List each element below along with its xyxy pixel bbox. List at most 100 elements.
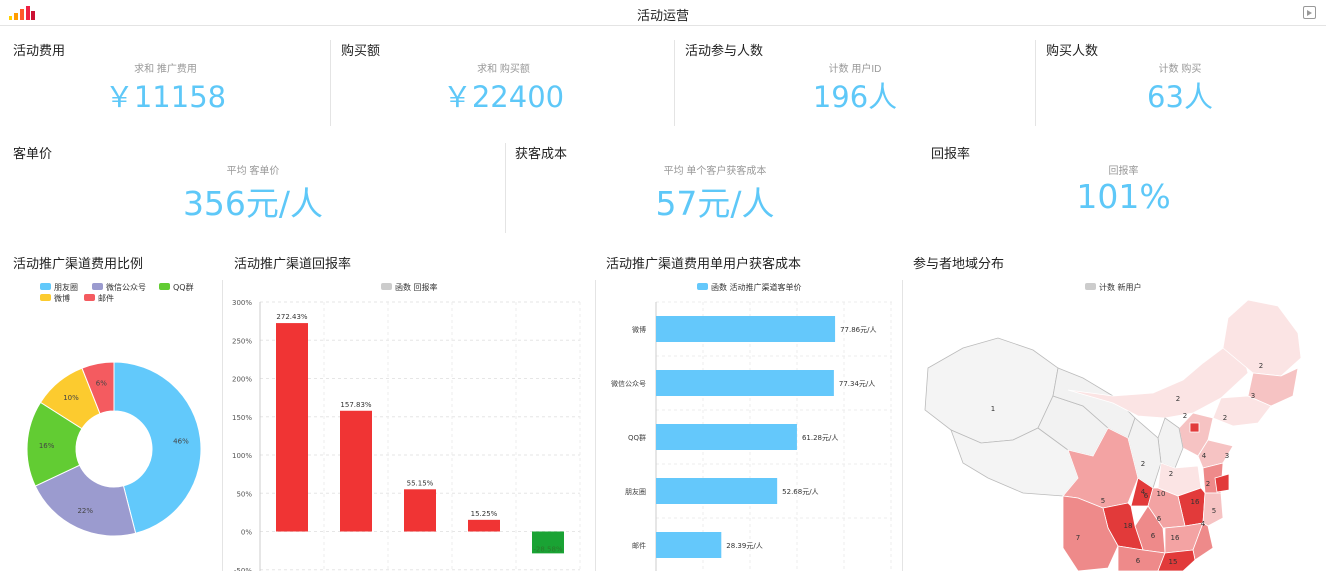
y-tick-label: 50% bbox=[236, 490, 252, 498]
y-tick-label: 300% bbox=[232, 299, 252, 307]
kpi-value: 63人 bbox=[1147, 80, 1213, 114]
kpi-title: 购买额 bbox=[341, 43, 381, 58]
legend-swatch bbox=[92, 283, 103, 290]
region-value-label: 2 bbox=[1206, 480, 1210, 488]
kpi-card-buyers: 购买人数 计数 购买 63人 bbox=[1046, 40, 1314, 120]
legend-label: 计数 新用户 bbox=[1099, 282, 1142, 292]
region-shanxi bbox=[1157, 417, 1184, 469]
region-value-label: 2 bbox=[1259, 362, 1263, 370]
bar bbox=[340, 410, 372, 532]
slice-label: 10% bbox=[63, 394, 79, 402]
slice-label: 6% bbox=[96, 380, 107, 388]
bar bbox=[404, 489, 436, 532]
data-label: 15.25% bbox=[471, 510, 498, 518]
legend-swatch bbox=[1085, 283, 1096, 290]
y-tick-label: 0% bbox=[241, 529, 252, 537]
legend-swatch bbox=[159, 283, 170, 290]
kpi-subtitle: 平均 客单价 bbox=[226, 166, 280, 177]
kpi-title: 获客成本 bbox=[515, 146, 568, 161]
divider bbox=[1035, 40, 1036, 126]
exit-fullscreen-icon[interactable] bbox=[1303, 6, 1316, 19]
region-value-label: 2 bbox=[1169, 470, 1173, 478]
category-label: 邮件 bbox=[632, 541, 646, 550]
region-value-label: 2 bbox=[1141, 460, 1145, 468]
bar bbox=[656, 424, 797, 450]
data-label: 28.39元/人 bbox=[726, 542, 762, 550]
kpi-card-unit-price: 客单价 平均 客单价 356元/人 bbox=[13, 143, 493, 228]
legend-swatch bbox=[40, 294, 51, 301]
bar bbox=[656, 478, 778, 504]
data-label: 77.34元/人 bbox=[839, 380, 875, 388]
bar bbox=[656, 532, 722, 558]
region-value-label: 18 bbox=[1124, 522, 1133, 530]
data-label: 77.86元/人 bbox=[840, 326, 876, 334]
data-label: 272.43% bbox=[276, 313, 307, 321]
data-label: 52.68元/人 bbox=[782, 488, 818, 496]
chart-title-channel-cost-share: 活动推广渠道费用比例 bbox=[13, 256, 144, 271]
region-value-label: 10 bbox=[1157, 490, 1166, 498]
legend-label: 朋友圈 bbox=[54, 282, 78, 292]
legend-swatch bbox=[40, 283, 51, 290]
kpi-value: 356元/人 bbox=[182, 184, 324, 223]
acquisition-cost-bar-chart: 函数 活动推广渠道客单价微博 77.86元/人微信公众号 77.34元/人 QQ群 61… bbox=[611, 282, 892, 571]
chart-title-channel-return-rate: 活动推广渠道回报率 bbox=[234, 256, 352, 271]
legend-label: QQ群 bbox=[173, 282, 194, 292]
y-tick-label: 200% bbox=[232, 376, 252, 384]
bar bbox=[656, 370, 834, 396]
region-value-label: 6 bbox=[1136, 557, 1141, 565]
kpi-subtitle: 求和 推广费用 bbox=[134, 64, 197, 75]
return-rate-bar-chart: 函数 回报率 300% 250% 200% 150% 100% 50% 0% -50% 272.4… bbox=[232, 282, 581, 571]
chart-title-region-distribution: 参与者地域分布 bbox=[913, 256, 1005, 271]
category-label: 微博 bbox=[632, 325, 646, 334]
kpi-value: 196人 bbox=[812, 80, 898, 114]
category-label: 微信公众号 bbox=[611, 379, 646, 388]
kpi-subtitle: 平均 单个客户获客成本 bbox=[663, 166, 767, 177]
region-value-label: 3 bbox=[1225, 452, 1229, 460]
data-label: 157.83% bbox=[340, 401, 371, 409]
slice-label: 46% bbox=[173, 438, 189, 446]
donut-chart: 朋友圈 微信公众号 QQ群微博 邮件 46% 22% 16% 10% 6% bbox=[26, 282, 202, 537]
region-beijing bbox=[1189, 422, 1200, 433]
map-legend: 计数 新用户 bbox=[1085, 282, 1142, 292]
y-tick-label: 100% bbox=[232, 452, 252, 460]
chart-title-channel-acquisition-cost: 活动推广渠道费用单用户获客成本 bbox=[606, 256, 802, 271]
region-value-label: 2 bbox=[1176, 395, 1180, 403]
china-region-map: 计数 新用户 1 2 2 3 2 2 4 2 5 6 2 10 16 4 5 7… bbox=[924, 282, 1302, 571]
kpi-card-return-rate: 回报率 回报率 101% bbox=[931, 143, 1316, 228]
bar bbox=[468, 519, 500, 532]
data-label: 55.15% bbox=[407, 479, 434, 487]
region-value-label: 5 bbox=[1212, 507, 1216, 515]
y-tick-label: 250% bbox=[232, 337, 252, 345]
region-value-label: 6 bbox=[1151, 532, 1156, 540]
kpi-subtitle: 计数 用户ID bbox=[828, 64, 882, 75]
kpi-title: 客单价 bbox=[13, 146, 53, 161]
kpi-value: ￥11158 bbox=[104, 80, 227, 114]
legend-label: 函数 活动推广渠道客单价 bbox=[711, 282, 802, 292]
slice-label: 16% bbox=[39, 442, 55, 450]
legend-swatch bbox=[697, 283, 708, 290]
bar bbox=[276, 323, 308, 532]
top-bar: 活动运营 bbox=[0, 0, 1326, 26]
legend-label: 函数 回报率 bbox=[395, 282, 438, 292]
region-value-label: 5 bbox=[1101, 497, 1105, 505]
region-value-label: 4 bbox=[1202, 452, 1207, 460]
slice-label: 22% bbox=[77, 507, 93, 515]
legend-label: 邮件 bbox=[98, 293, 114, 303]
legend-label: 微信公众号 bbox=[106, 282, 146, 292]
data-label: -28.58% bbox=[533, 546, 563, 554]
data-label: 61.28元/人 bbox=[802, 434, 838, 442]
legend-swatch bbox=[381, 283, 392, 290]
region-value-label: 4 bbox=[1201, 520, 1206, 528]
category-label: 朋友圈 bbox=[625, 487, 646, 496]
kpi-title: 活动费用 bbox=[13, 43, 66, 58]
kpi-value: 57元/人 bbox=[655, 184, 775, 223]
kpi-card-activity-cost: 活动费用 求和 推广费用 ￥11158 bbox=[13, 40, 318, 120]
region-value-label: 7 bbox=[1076, 534, 1080, 542]
divider bbox=[330, 40, 331, 126]
region-value-label: 1 bbox=[991, 405, 995, 413]
divider bbox=[674, 40, 675, 126]
kpi-card-purchase-amount: 购买额 求和 购买额 ￥22400 bbox=[341, 40, 666, 120]
kpi-title: 购买人数 bbox=[1046, 43, 1099, 58]
kpi-title: 回报率 bbox=[931, 146, 971, 161]
region-value-label: 15 bbox=[1169, 558, 1178, 566]
